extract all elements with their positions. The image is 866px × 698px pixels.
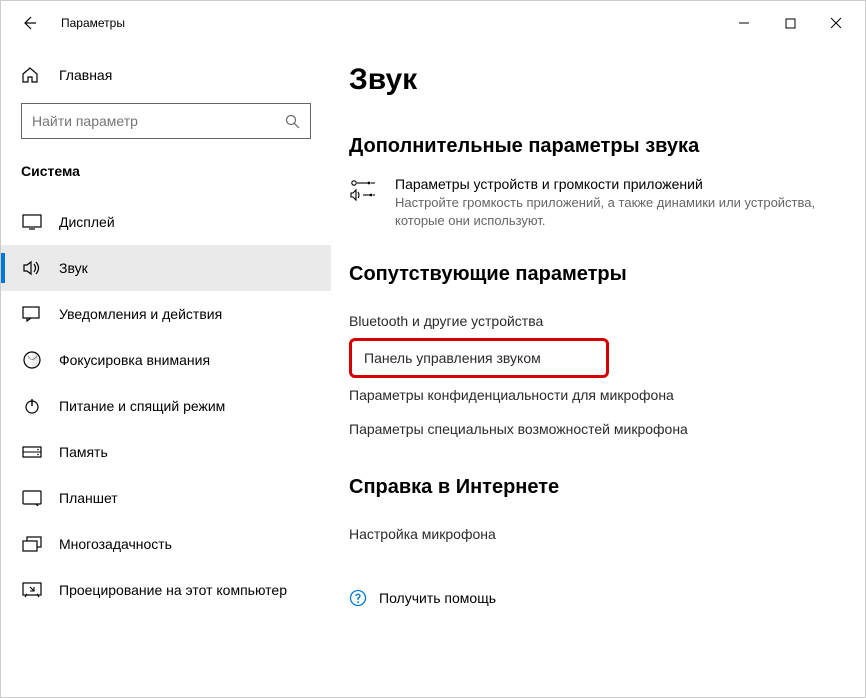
section-related-heading: Сопутствующие параметры bbox=[349, 263, 835, 286]
related-links: Bluetooth и другие устройства Панель упр… bbox=[349, 304, 835, 446]
titlebar: Параметры bbox=[1, 1, 865, 45]
close-button[interactable] bbox=[813, 7, 859, 39]
section-help-heading: Справка в Интернете bbox=[349, 476, 835, 499]
link-sound-control-panel[interactable]: Панель управления звуком bbox=[349, 338, 609, 378]
sidebar-item-display[interactable]: Дисплей bbox=[1, 199, 331, 245]
sidebar-item-sound[interactable]: Звук bbox=[1, 245, 331, 291]
sidebar-item-label: Планшет bbox=[59, 490, 118, 506]
home-icon bbox=[21, 66, 41, 84]
section-advanced-heading: Дополнительные параметры звука bbox=[349, 135, 835, 158]
multitask-icon bbox=[21, 535, 43, 553]
titlebar-left: Параметры bbox=[19, 13, 125, 33]
settings-window: Параметры Главная bbox=[0, 0, 866, 698]
sidebar-item-tablet[interactable]: Планшет bbox=[1, 475, 331, 521]
app-volume-icon bbox=[349, 178, 377, 202]
sidebar-item-notifications[interactable]: Уведомления и действия bbox=[1, 291, 331, 337]
sidebar-nav: Дисплей Звук Уведомления и действия bbox=[1, 199, 331, 613]
sidebar-item-focus[interactable]: Фокусировка внимания bbox=[1, 337, 331, 383]
sidebar: Главная Система Дисплей bbox=[1, 45, 331, 697]
notifications-icon bbox=[21, 305, 43, 323]
app-volume-title: Параметры устройств и громкости приложен… bbox=[395, 176, 835, 192]
window-controls bbox=[721, 7, 859, 39]
sidebar-item-label: Звук bbox=[59, 260, 88, 276]
sidebar-home[interactable]: Главная bbox=[1, 57, 331, 93]
minimize-icon bbox=[738, 17, 750, 29]
back-arrow-icon bbox=[21, 15, 37, 31]
back-button[interactable] bbox=[19, 13, 39, 33]
sidebar-item-power[interactable]: Питание и спящий режим bbox=[1, 383, 331, 429]
sidebar-item-label: Фокусировка внимания bbox=[59, 352, 210, 368]
sidebar-item-label: Питание и спящий режим bbox=[59, 398, 225, 414]
sidebar-item-project[interactable]: Проецирование на этот компьютер bbox=[1, 567, 331, 613]
content-area: Главная Система Дисплей bbox=[1, 45, 865, 697]
search-wrap bbox=[1, 93, 331, 157]
display-icon bbox=[21, 213, 43, 231]
search-box[interactable] bbox=[21, 103, 311, 139]
storage-icon bbox=[21, 443, 43, 461]
search-icon bbox=[285, 114, 300, 129]
get-help-row[interactable]: Получить помощь bbox=[349, 589, 835, 607]
link-mic-privacy[interactable]: Параметры конфиденциальности для микрофо… bbox=[349, 378, 835, 412]
power-icon bbox=[21, 397, 43, 415]
focus-icon bbox=[21, 351, 43, 369]
page-title: Звук bbox=[349, 63, 835, 97]
sidebar-item-label: Уведомления и действия bbox=[59, 306, 222, 322]
sidebar-item-storage[interactable]: Память bbox=[1, 429, 331, 475]
project-icon bbox=[21, 581, 43, 599]
help-icon bbox=[349, 589, 367, 607]
sidebar-item-label: Дисплей bbox=[59, 214, 115, 230]
maximize-button[interactable] bbox=[767, 7, 813, 39]
sidebar-item-multitask[interactable]: Многозадачность bbox=[1, 521, 331, 567]
sidebar-item-label: Проецирование на этот компьютер bbox=[59, 582, 287, 598]
sidebar-home-label: Главная bbox=[59, 67, 112, 83]
close-icon bbox=[830, 17, 842, 29]
minimize-button[interactable] bbox=[721, 7, 767, 39]
sound-icon bbox=[21, 259, 43, 277]
sidebar-category: Система bbox=[1, 157, 331, 199]
get-help-label: Получить помощь bbox=[379, 590, 496, 606]
search-input[interactable] bbox=[32, 113, 285, 129]
app-volume-text: Параметры устройств и громкости приложен… bbox=[395, 176, 835, 229]
link-bluetooth[interactable]: Bluetooth и другие устройства bbox=[349, 304, 835, 338]
app-title: Параметры bbox=[61, 16, 125, 30]
link-mic-accessibility[interactable]: Параметры специальных возможностей микро… bbox=[349, 412, 835, 446]
help-links: Настройка микрофона bbox=[349, 517, 835, 551]
tablet-icon bbox=[21, 489, 43, 507]
maximize-icon bbox=[785, 18, 796, 29]
main-panel: Звук Дополнительные параметры звука bbox=[331, 45, 865, 697]
app-volume-setting[interactable]: Параметры устройств и громкости приложен… bbox=[349, 176, 835, 229]
sidebar-item-label: Память bbox=[59, 444, 108, 460]
app-volume-desc: Настройте громкость приложений, а также … bbox=[395, 194, 835, 229]
link-mic-setup[interactable]: Настройка микрофона bbox=[349, 517, 835, 551]
sidebar-item-label: Многозадачность bbox=[59, 536, 172, 552]
